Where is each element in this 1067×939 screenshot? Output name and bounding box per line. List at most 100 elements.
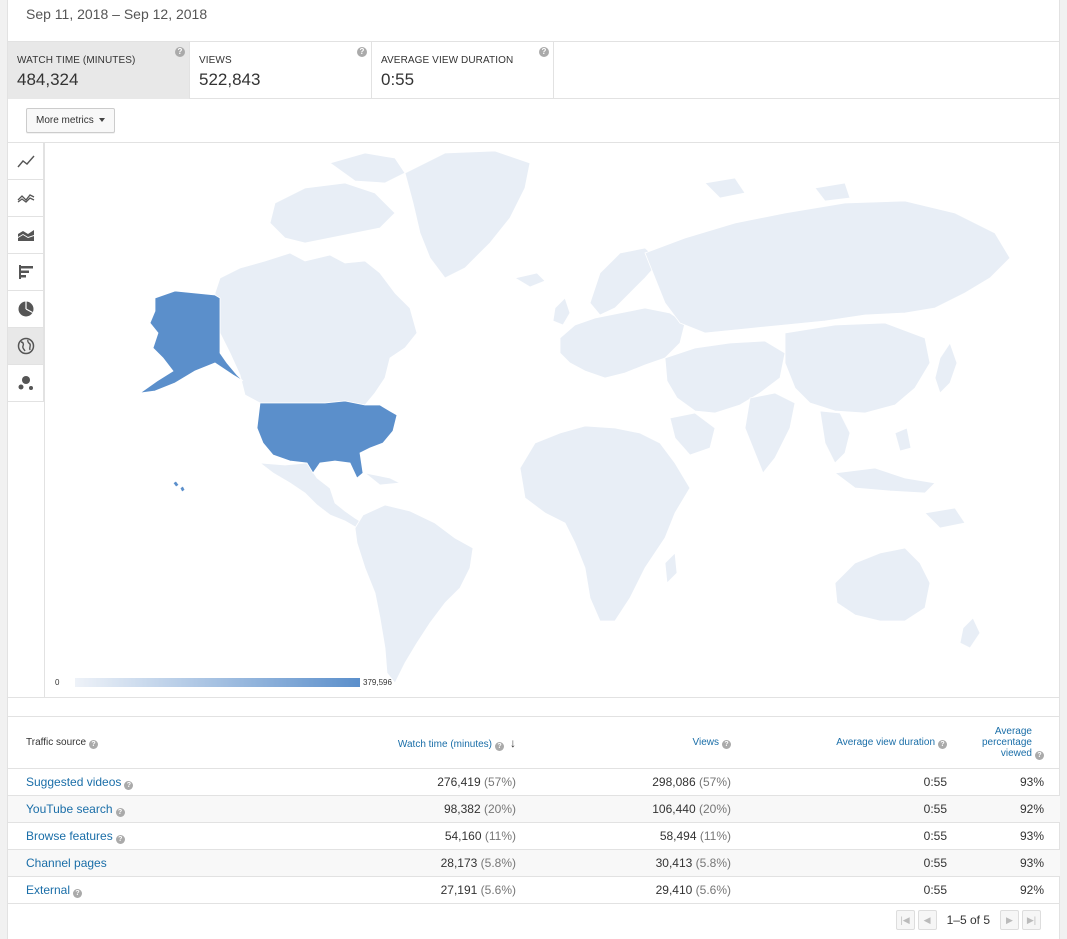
traffic-source-link[interactable]: Browse features? xyxy=(8,822,308,850)
map-region-india[interactable] xyxy=(744,392,796,474)
help-icon[interactable]: ? xyxy=(115,808,125,817)
traffic-source-link[interactable]: YouTube search? xyxy=(8,795,308,823)
metric-tabs: WATCH TIME (MINUTES) 484,324 ? VIEWS 522… xyxy=(8,41,1060,99)
map-region-ellesmere[interactable] xyxy=(329,152,406,184)
globe-map-icon xyxy=(17,337,34,355)
help-icon[interactable]: ? xyxy=(539,47,549,57)
table-row: YouTube search? 98,382 (20%) 106,440 (20%)… xyxy=(8,795,1060,823)
date-range: Sep 11, 2018 – Sep 12, 2018 xyxy=(26,6,208,22)
traffic-source-table: Traffic source? Watch time (minutes)? ↓ V… xyxy=(8,716,1060,904)
multiline-chart-icon xyxy=(17,194,34,203)
help-icon[interactable]: ? xyxy=(722,740,731,749)
metric-label: WATCH TIME (MINUTES) xyxy=(17,55,136,66)
help-icon[interactable]: ? xyxy=(89,740,99,749)
map-legend: 0 379,596 xyxy=(55,676,415,688)
chart-type-bar[interactable] xyxy=(8,254,44,291)
map-region-japan[interactable] xyxy=(934,342,958,394)
map-region-cuba[interactable] xyxy=(364,472,402,486)
map-region-southeast-asia[interactable] xyxy=(819,410,851,464)
chart-type-toolbar xyxy=(8,143,44,402)
chart-type-map[interactable] xyxy=(8,328,44,365)
watch-time-cell: 27,191 (5.6%) xyxy=(308,876,516,904)
chart-type-bubble[interactable] xyxy=(8,365,44,402)
watch-time-cell: 98,382 (20%) xyxy=(308,795,516,823)
page-info: 1–5 of 5 xyxy=(946,913,990,927)
header-average-percentage-viewed[interactable]: Average percentage viewed? xyxy=(947,716,1060,769)
world-map: 0 379,596 xyxy=(44,143,1060,697)
watch-time-cell: 54,160 (11%) xyxy=(308,822,516,850)
map-region-hawaii[interactable] xyxy=(172,480,180,488)
map-region-africa[interactable] xyxy=(519,425,691,622)
header-traffic-source[interactable]: Traffic source? xyxy=(8,716,308,769)
more-metrics-label: More metrics xyxy=(36,115,94,126)
world-map-svg xyxy=(139,150,1011,684)
help-icon[interactable]: ? xyxy=(115,835,125,844)
help-icon[interactable]: ? xyxy=(1035,751,1044,760)
help-icon[interactable]: ? xyxy=(357,47,367,57)
next-page-button[interactable]: ▶ xyxy=(1000,910,1019,930)
views-cell: 106,440 (20%) xyxy=(516,795,731,823)
map-region-severnaya-zemlya[interactable] xyxy=(814,182,851,202)
legend-max: 379,596 xyxy=(363,678,392,687)
more-metrics-button[interactable]: More metrics xyxy=(26,108,115,133)
average-view-duration-cell: 0:55 xyxy=(731,768,947,796)
average-view-duration-cell: 0:55 xyxy=(731,795,947,823)
map-region-arabia[interactable] xyxy=(669,412,716,456)
map-region-iceland[interactable] xyxy=(513,272,546,288)
legend-min: 0 xyxy=(55,678,60,687)
analytics-panel: Sep 11, 2018 – Sep 12, 2018 WATCH TIME (… xyxy=(7,0,1060,939)
metric-tab-average-view-duration[interactable]: AVERAGE VIEW DURATION 0:55 ? xyxy=(372,42,554,99)
traffic-source-link[interactable]: Suggested videos? xyxy=(8,768,308,796)
metric-value: 484,324 xyxy=(17,70,79,89)
watch-time-cell: 276,419 (57%) xyxy=(308,768,516,796)
pagination: |◀ ◀ 1–5 of 5 ▶ ▶| xyxy=(895,909,1041,931)
average-view-duration-cell: 0:55 xyxy=(731,849,947,877)
map-region-philippines[interactable] xyxy=(894,427,912,452)
chart-type-pie[interactable] xyxy=(8,291,44,328)
map-region-new-zealand[interactable] xyxy=(959,617,981,649)
chart-type-line[interactable] xyxy=(8,143,44,180)
chart-type-multiline[interactable] xyxy=(8,180,44,217)
metric-tab-views[interactable]: VIEWS 522,843 ? xyxy=(190,42,372,99)
first-page-button[interactable]: |◀ xyxy=(895,910,915,930)
traffic-source-link[interactable]: Channel pages xyxy=(8,849,308,877)
map-region-papua[interactable] xyxy=(924,507,966,529)
map-region-russia[interactable] xyxy=(644,200,1011,334)
help-icon[interactable]: ? xyxy=(495,741,504,751)
map-region-arctic-islands[interactable] xyxy=(269,182,396,244)
header-average-view-duration[interactable]: Average view duration? xyxy=(731,716,947,769)
views-cell: 298,086 (57%) xyxy=(516,768,731,796)
metric-tab-watch-time[interactable]: WATCH TIME (MINUTES) 484,324 ? xyxy=(8,42,190,99)
average-percentage-viewed-cell: 93% xyxy=(947,768,1060,796)
map-region-indonesia[interactable] xyxy=(833,467,936,494)
prev-page-button[interactable]: ◀ xyxy=(917,910,937,930)
help-icon[interactable]: ? xyxy=(73,889,83,898)
bar-chart-icon xyxy=(18,265,33,279)
metric-value: 0:55 xyxy=(381,70,415,89)
sort-descending-icon: ↓ xyxy=(510,735,516,750)
map-region-greenland[interactable] xyxy=(404,150,531,279)
map-region-madagascar[interactable] xyxy=(664,552,678,584)
views-cell: 29,410 (5.6%) xyxy=(516,876,731,904)
views-cell: 30,413 (5.8%) xyxy=(516,849,731,877)
map-region-canada[interactable] xyxy=(214,252,418,406)
header-watch-time[interactable]: Watch time (minutes)? ↓ xyxy=(308,716,516,769)
map-region-uk[interactable] xyxy=(552,297,571,326)
chart-type-stacked-area[interactable] xyxy=(8,217,44,254)
average-percentage-viewed-cell: 92% xyxy=(947,795,1060,823)
map-region-australia[interactable] xyxy=(834,547,931,622)
help-icon[interactable]: ? xyxy=(124,781,134,790)
help-icon[interactable]: ? xyxy=(175,47,185,57)
map-region-novaya-zemlya[interactable] xyxy=(704,177,746,199)
header-views[interactable]: Views? xyxy=(516,716,731,769)
map-region-china[interactable] xyxy=(784,322,931,414)
map-region-mexico[interactable] xyxy=(258,462,364,529)
traffic-source-link[interactable]: External? xyxy=(8,876,308,904)
map-region-south-america[interactable] xyxy=(354,504,474,684)
table-row: Suggested videos? 276,419 (57%) 298,086 (5… xyxy=(8,768,1060,796)
map-region-hawaii-big-island[interactable] xyxy=(179,485,186,493)
help-icon[interactable]: ? xyxy=(938,740,947,749)
average-view-duration-cell: 0:55 xyxy=(731,822,947,850)
last-page-button[interactable]: ▶| xyxy=(1022,910,1041,930)
caret-down-icon xyxy=(98,118,105,123)
